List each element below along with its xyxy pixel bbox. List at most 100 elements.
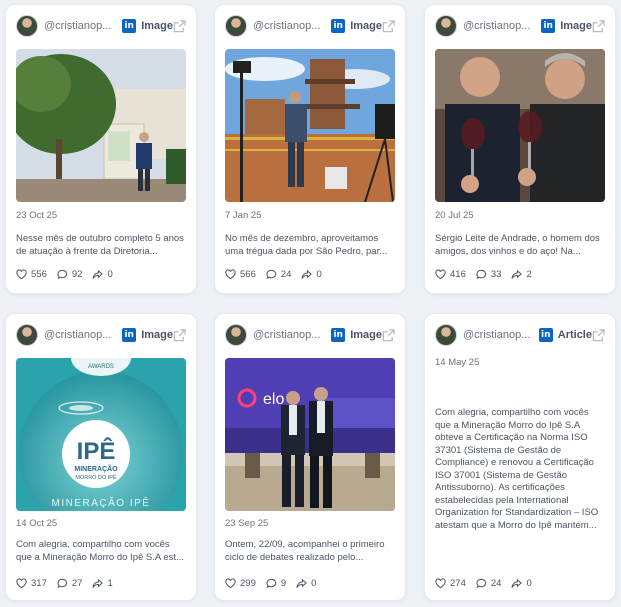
post-image[interactable] (16, 49, 186, 202)
author-handle[interactable]: @cristianop... (44, 329, 116, 341)
likes-stat: 274 (435, 578, 466, 589)
image-sub2-text: MORRO DO IPÊ (75, 473, 117, 481)
comments-count: 33 (490, 269, 502, 280)
linkedin-icon: in (541, 19, 556, 33)
author-handle[interactable]: @cristianop... (44, 20, 116, 32)
card-header: @cristianop... in Article (435, 324, 605, 346)
post-stats: 317 27 1 (16, 578, 123, 589)
shares-count: 1 (107, 578, 113, 589)
shares-stat: 1 (92, 578, 113, 589)
post-text: Sérgio Leite de Andrade, o homem dos ami… (435, 233, 600, 257)
post-text: Nesse mês de outubro completo 5 anos de … (16, 233, 184, 257)
post-stats: 416 33 2 (435, 269, 542, 280)
likes-stat: 556 (16, 269, 47, 280)
linkedin-icon: in (122, 328, 137, 342)
post-image[interactable] (435, 49, 605, 202)
post-date: 14 Oct 25 (16, 518, 58, 529)
post-type-label: Image (141, 20, 173, 32)
post-image[interactable]: AWARDS IPÊ MINERAÇÃO MORRO DO IPÊ MINERA… (16, 358, 186, 511)
post-card[interactable]: @cristianop... in Image AWARDS IPÊ MINER… (5, 313, 197, 601)
likes-stat: 299 (225, 578, 256, 589)
avatar (16, 15, 38, 37)
shares-count: 0 (316, 269, 322, 280)
comments-count: 24 (490, 578, 502, 589)
comments-count: 92 (71, 269, 83, 280)
comments-count: 27 (71, 578, 83, 589)
comments-count: 9 (280, 578, 287, 589)
share-icon (511, 269, 523, 279)
likes-count: 416 (450, 269, 466, 280)
likes-stat: 416 (435, 269, 466, 280)
post-type-label: Image (350, 329, 382, 341)
comments-count: 24 (280, 269, 292, 280)
comments-stat: 27 (57, 578, 83, 589)
external-link-icon[interactable] (382, 19, 395, 33)
external-link-icon[interactable] (382, 328, 395, 342)
likes-count: 299 (240, 578, 256, 589)
image-sub-text: MINERAÇÃO (74, 464, 118, 473)
comments-stat: 24 (266, 269, 292, 280)
post-date: 23 Sep 25 (225, 518, 269, 529)
post-image[interactable]: elo (225, 358, 395, 511)
likes-count: 317 (31, 578, 47, 589)
heart-icon (435, 578, 446, 589)
post-stats: 274 24 0 (435, 578, 542, 589)
heart-icon (16, 578, 27, 589)
card-header: @cristianop... in Image (16, 324, 186, 346)
avatar (225, 324, 247, 346)
linkedin-icon: in (331, 328, 346, 342)
comments-stat: 24 (476, 578, 502, 589)
comment-icon (266, 578, 277, 589)
comment-icon (57, 578, 68, 589)
author-handle[interactable]: @cristianop... (463, 20, 535, 32)
post-date: 20 Jul 25 (435, 210, 474, 221)
comments-stat: 33 (476, 269, 502, 280)
avatar (435, 324, 457, 346)
post-card[interactable]: @cristianop... in Article 14 May 25 Com … (424, 313, 616, 601)
card-header: @cristianop... in Image (225, 324, 395, 346)
author-handle[interactable]: @cristianop... (253, 329, 325, 341)
share-icon (92, 578, 104, 588)
likes-count: 556 (31, 269, 47, 280)
external-link-icon[interactable] (173, 19, 186, 33)
linkedin-icon: in (122, 19, 137, 33)
linkedin-icon: in (331, 19, 346, 33)
comment-icon (266, 269, 277, 280)
likes-stat: 317 (16, 578, 47, 589)
external-link-icon[interactable] (592, 19, 605, 33)
author-handle[interactable]: @cristianop... (253, 20, 325, 32)
post-type-label: Image (560, 20, 592, 32)
post-stats: 299 9 0 (225, 578, 326, 589)
share-icon (92, 269, 104, 279)
share-icon (301, 269, 313, 279)
author-handle[interactable]: @cristianop... (463, 329, 533, 341)
shares-stat: 0 (92, 269, 113, 280)
post-image[interactable] (225, 49, 395, 202)
shares-stat: 0 (296, 578, 316, 589)
image-title-text: IPÊ (77, 437, 116, 465)
heart-icon (225, 269, 236, 280)
post-text: Com alegria, compartilho com vocês que a… (435, 407, 599, 531)
post-card[interactable]: @cristianop... in Image 7 Jan 25 No mês … (214, 4, 406, 294)
external-link-icon[interactable] (592, 328, 605, 342)
post-card[interactable]: @cristianop... in Image elo 23 Sep 25 On… (214, 313, 406, 601)
post-card[interactable]: @cristianop... in Image 20 Jul 25 Sérgio… (424, 4, 616, 294)
post-card[interactable]: @cristianop... in Image 23 Oct 25 Nesse … (5, 4, 197, 294)
shares-count: 0 (107, 269, 113, 280)
shares-count: 0 (311, 578, 317, 589)
post-date: 7 Jan 25 (225, 210, 262, 221)
heart-icon (16, 269, 27, 280)
shares-stat: 0 (511, 578, 532, 589)
share-icon (511, 578, 523, 588)
external-link-icon[interactable] (173, 328, 186, 342)
card-header: @cristianop... in Image (16, 15, 186, 37)
likes-count: 274 (450, 578, 466, 589)
card-header: @cristianop... in Image (225, 15, 395, 37)
post-text: Com alegria, compartilho com vocês que a… (16, 539, 184, 563)
post-stats: 556 92 0 (16, 269, 123, 280)
comment-icon (476, 269, 487, 280)
shares-count: 0 (526, 578, 532, 589)
heart-icon (225, 578, 236, 589)
comment-icon (57, 269, 68, 280)
share-icon (296, 578, 308, 588)
